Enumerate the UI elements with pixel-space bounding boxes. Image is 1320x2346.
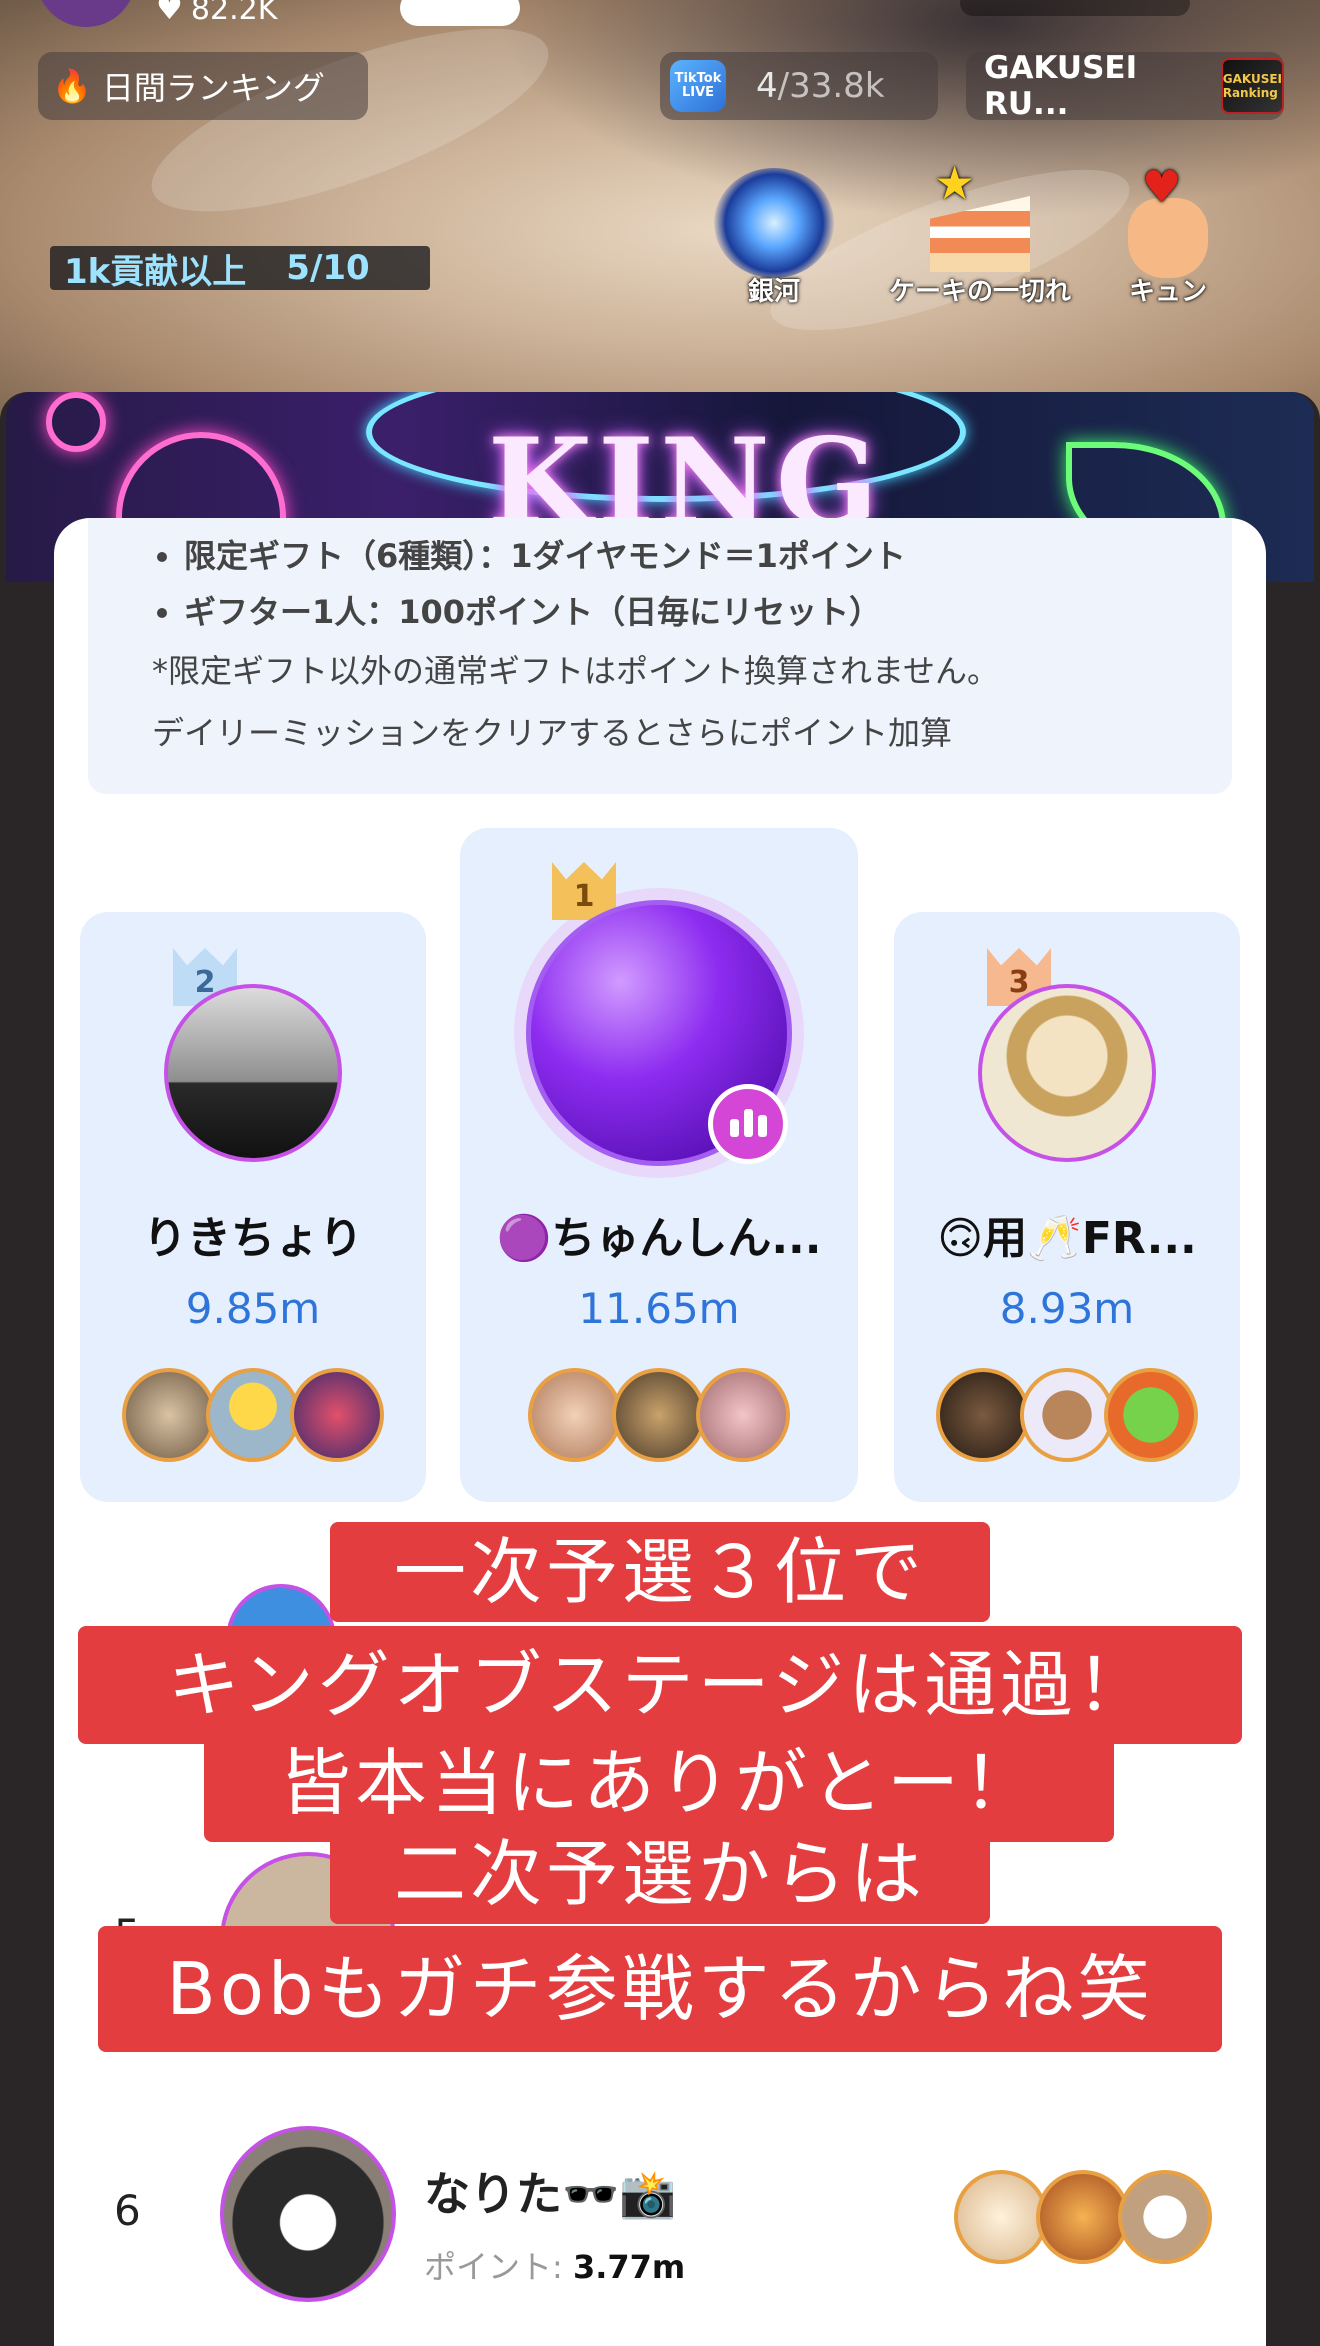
gifter-avatar[interactable] [954, 2170, 1048, 2264]
rules-box: 限定ギフト（6種類）：1ダイヤモンド＝1ポイント ギフター1人：100ポイント（… [88, 518, 1232, 794]
gifter-avatar[interactable] [1118, 2170, 1212, 2264]
rule-item: ギフター1人：100ポイント（日毎にリセット） [184, 584, 1196, 640]
podium-name: 🟣ちゅんしん... [496, 1213, 822, 1264]
podium-name: 🙃用🥂FR... [937, 1213, 1197, 1264]
follow-button[interactable] [400, 0, 520, 26]
gifter-avatar[interactable] [1020, 1368, 1114, 1462]
rule-note: *限定ギフト以外の通常ギフトはポイント換算されません。 [152, 652, 1000, 690]
gifter-avatar[interactable] [696, 1368, 790, 1462]
gift-kyun[interactable]: ♥ キュン [1108, 163, 1228, 307]
gift-galaxy[interactable]: 銀河 [714, 168, 834, 307]
avatar[interactable] [220, 2126, 396, 2302]
contribution-badge: 1k貢献以上 5/10 [50, 246, 430, 292]
row-name: なりた🕶️📸 [424, 2167, 677, 2221]
gifter-avatar[interactable] [936, 1368, 1030, 1462]
podium-name: りきちょり [143, 1213, 363, 1264]
caption-line: 二次予選からは [330, 1824, 990, 1924]
heart-icon: ♥ [156, 0, 183, 27]
podium-card-rank-3[interactable]: 3 🙃用🥂FR... 8.93m [894, 912, 1240, 1502]
top-gifters [954, 2170, 1212, 2264]
streamer-avatar[interactable] [36, 0, 136, 27]
rank-number: 6 [114, 2186, 141, 2235]
likes-counter: ♥ 82.2K [156, 0, 277, 27]
podium-points: 8.93m [999, 1284, 1135, 1333]
cake-slice-gift-icon: ★ [920, 158, 1040, 278]
tiktok-live-logo-icon: TikTok LIVE [670, 60, 726, 112]
top-gifters [460, 1368, 858, 1462]
avatar[interactable] [978, 984, 1156, 1162]
ranking-row[interactable]: 6 なりた🕶️📸 ポイント: 3.77m [54, 2114, 1266, 2314]
gifter-avatar[interactable] [290, 1368, 384, 1462]
daily-ranking-button[interactable]: 🔥 日間ランキング [38, 52, 368, 120]
fire-icon: 🔥 [52, 67, 92, 105]
galaxy-gift-icon [714, 168, 834, 278]
gifter-avatar[interactable] [528, 1368, 622, 1462]
top-viewers-pill[interactable] [960, 0, 1190, 16]
gifter-avatar[interactable] [1036, 2170, 1130, 2264]
gifter-avatar[interactable] [1104, 1368, 1198, 1462]
gift-cake-slice[interactable]: ★ ケーキの一切れ [880, 158, 1080, 307]
rule-item: 限定ギフト（6種類）：1ダイヤモンド＝1ポイント [184, 528, 1196, 584]
top-gifters [894, 1368, 1240, 1462]
gakusei-ranking-logo: GAKUSEI Ranking [1220, 58, 1284, 114]
caption-line: 一次予選３位で [330, 1522, 990, 1622]
podium-card-rank-1[interactable]: 1 🟣ちゅんしん... 11.65m [460, 828, 858, 1502]
hair-highlight [132, 0, 568, 249]
school-ranking-pill[interactable]: GAKUSEI RU... GAKUSEI Ranking [966, 50, 1284, 122]
bar-chart-icon[interactable] [708, 1084, 788, 1164]
podium-points: 9.85m [185, 1284, 321, 1333]
podium-card-rank-2[interactable]: 2 りきちょり 9.85m [80, 912, 426, 1502]
streamer-header[interactable]: ♥ 82.2K [36, 0, 277, 27]
row-points: ポイント: 3.77m [424, 2248, 686, 2286]
neon-flower-icon [46, 392, 106, 452]
podium-points: 11.65m [578, 1284, 740, 1333]
top-gifters [80, 1368, 426, 1462]
gifter-avatar[interactable] [612, 1368, 706, 1462]
avatar[interactable] [164, 984, 342, 1162]
rule-note: デイリーミッションをクリアするとさらにポイント加算 [152, 714, 953, 752]
gifter-avatar[interactable] [122, 1368, 216, 1462]
finger-heart-gift-icon: ♥ [1108, 163, 1228, 278]
live-rank-pill[interactable]: TikTok LIVE 4/33.8k [660, 52, 938, 120]
caption-line: Bobもガチ参戦するからね笑 [98, 1926, 1222, 2052]
gifter-avatar[interactable] [206, 1368, 300, 1462]
ranking-content[interactable]: 限定ギフト（6種類）：1ダイヤモンド＝1ポイント ギフター1人：100ポイント（… [54, 518, 1266, 2346]
live-rank-count: 4/33.8k [756, 66, 885, 106]
